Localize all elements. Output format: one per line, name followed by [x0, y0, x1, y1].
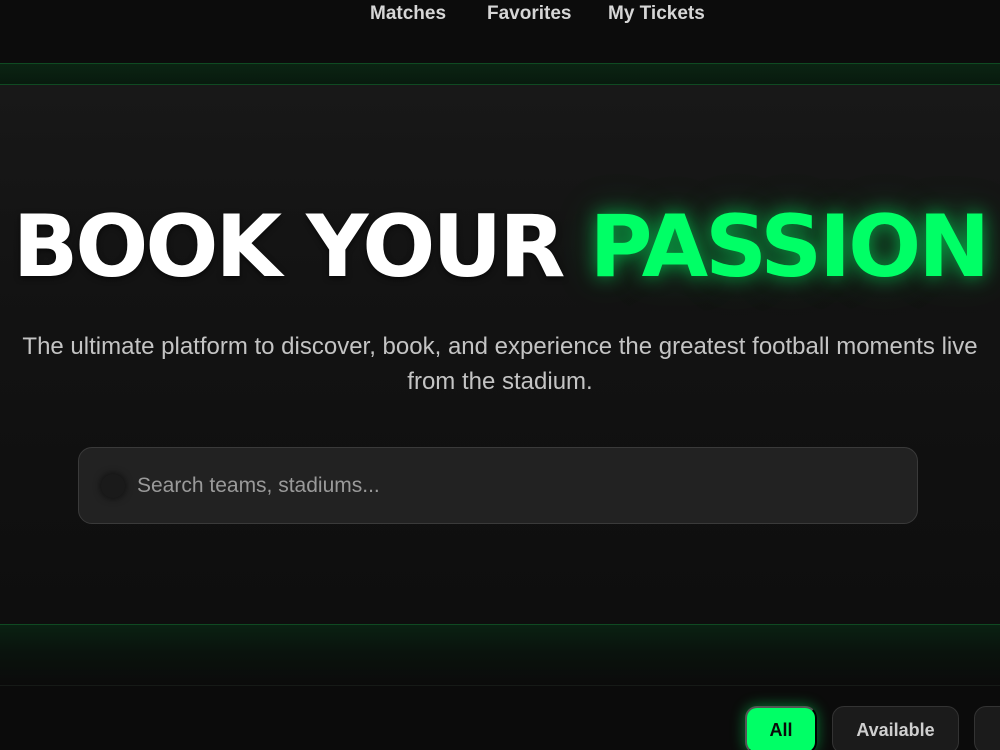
nav-link-my-tickets[interactable]: My Tickets [608, 3, 705, 25]
glow-divider-bottom [0, 624, 1000, 686]
top-navigation: Matches Favorites My Tickets [0, 0, 1000, 63]
search-input[interactable] [137, 448, 897, 523]
filter-available-button[interactable]: Available [832, 706, 959, 750]
filter-more-button[interactable] [974, 706, 1000, 750]
search-icon [101, 474, 125, 498]
hero-subtitle: The ultimate platform to discover, book,… [22, 333, 978, 395]
hero-title-white: BOOK YOUR [12, 197, 566, 297]
glow-divider-top [0, 63, 1000, 85]
match-filters: All Available [0, 706, 1000, 750]
filter-all-button[interactable]: All [745, 706, 817, 750]
hero-title: BOOK YOUR PASSION [0, 197, 1000, 297]
page: Matches Favorites My Tickets BOOK YOUR P… [0, 0, 1000, 750]
hero-title-highlight: PASSION [589, 197, 990, 297]
search-bar[interactable] [78, 447, 918, 524]
nav-link-matches[interactable]: Matches [370, 3, 446, 25]
hero-section: BOOK YOUR PASSION The ultimate platform … [0, 85, 1000, 624]
nav-link-favorites[interactable]: Favorites [487, 3, 571, 25]
